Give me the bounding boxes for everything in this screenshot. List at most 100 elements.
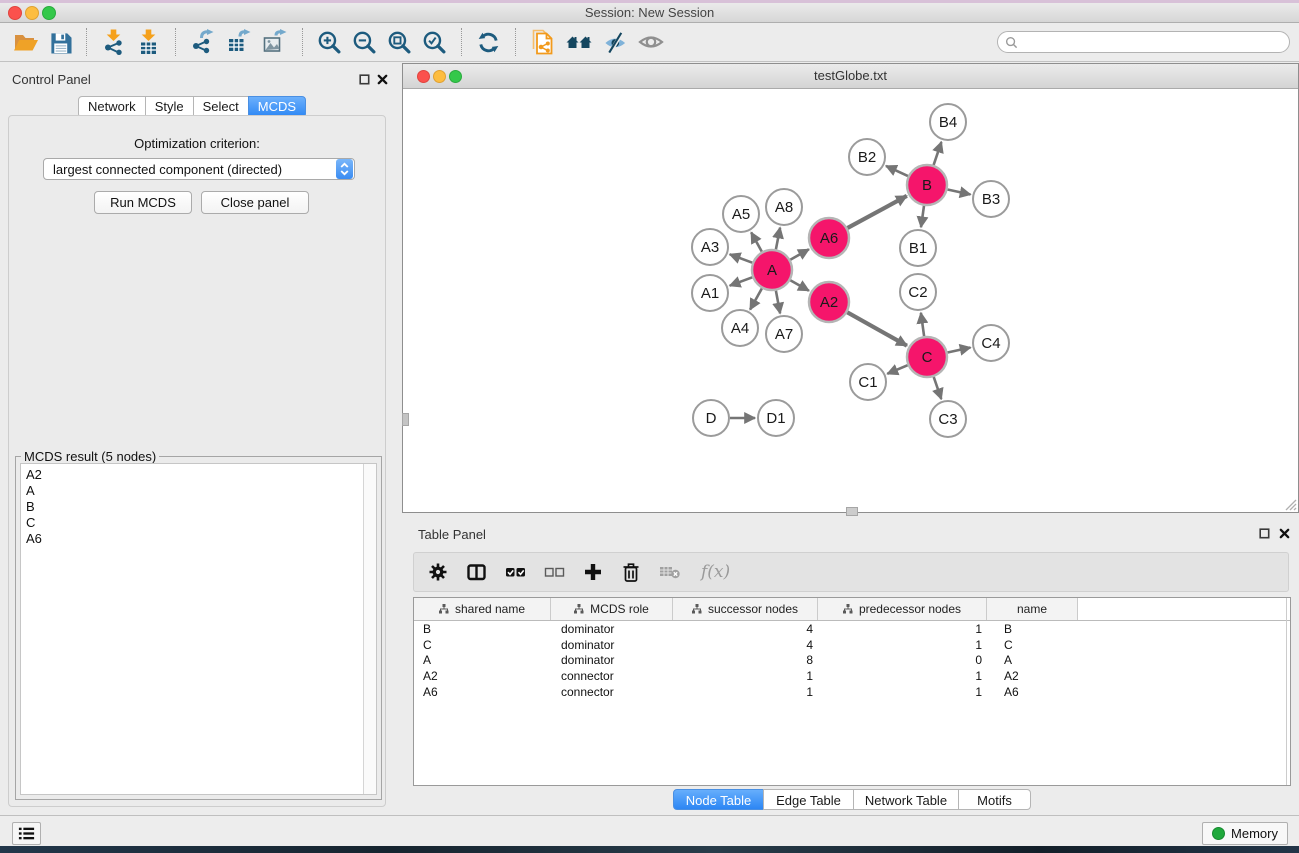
delete-row-button[interactable] bbox=[621, 562, 641, 583]
edge-C-C2[interactable] bbox=[921, 313, 924, 336]
table-scrollbar[interactable] bbox=[1286, 598, 1287, 785]
cell-predecessor-nodes[interactable]: 0 bbox=[818, 653, 987, 667]
table-row-A[interactable]: Adominator80A bbox=[414, 652, 1290, 668]
tab-edge-table[interactable]: Edge Table bbox=[763, 789, 854, 810]
select-all-button[interactable] bbox=[505, 562, 526, 582]
column-header-name[interactable]: name bbox=[987, 598, 1078, 620]
graph-node-A[interactable]: A bbox=[752, 250, 792, 290]
function-builder-button[interactable]: f(x) bbox=[699, 562, 730, 582]
tab-network-table[interactable]: Network Table bbox=[853, 789, 959, 810]
memory-button[interactable]: Memory bbox=[1202, 822, 1288, 845]
show-columns-button[interactable] bbox=[466, 562, 487, 582]
column-header-successor-nodes[interactable]: successor nodes bbox=[673, 598, 818, 620]
network-canvas[interactable]: B4B2BB3A5A8A6A3AB1A1C2A2A4A7C4CC1C3DD1 bbox=[403, 89, 1298, 512]
cell-predecessor-nodes[interactable]: 1 bbox=[818, 669, 987, 683]
export-network-button[interactable] bbox=[190, 27, 216, 57]
node-table[interactable]: shared nameMCDS rolesuccessor nodesprede… bbox=[413, 597, 1291, 786]
graph-node-D1[interactable]: D1 bbox=[758, 400, 794, 436]
column-header-shared-name[interactable]: shared name bbox=[414, 598, 551, 620]
edge-A-A3[interactable] bbox=[730, 254, 753, 262]
cell-shared-name[interactable]: A bbox=[414, 653, 551, 667]
zoom-selected-button[interactable] bbox=[422, 27, 447, 57]
zoom-out-button[interactable] bbox=[352, 27, 377, 57]
result-scrollbar[interactable] bbox=[363, 464, 376, 794]
show-all-button[interactable] bbox=[638, 27, 664, 57]
graph-node-B3[interactable]: B3 bbox=[973, 181, 1009, 217]
cell-mcds-role[interactable]: dominator bbox=[551, 638, 673, 652]
cell-shared-name[interactable]: A2 bbox=[414, 669, 551, 683]
delete-table-button[interactable] bbox=[659, 564, 681, 580]
result-item[interactable]: B bbox=[21, 499, 376, 515]
cell-successor-nodes[interactable]: 4 bbox=[673, 638, 818, 652]
graph-node-C2[interactable]: C2 bbox=[900, 274, 936, 310]
graph-node-B2[interactable]: B2 bbox=[849, 139, 885, 175]
open-session-button[interactable] bbox=[13, 27, 39, 57]
graph-node-C[interactable]: C bbox=[907, 337, 947, 377]
edge-C-C4[interactable] bbox=[948, 348, 971, 353]
edge-C-C1[interactable] bbox=[887, 365, 907, 374]
search-input[interactable] bbox=[1022, 34, 1289, 50]
horizontal-scrollbar-thumb[interactable] bbox=[846, 507, 858, 516]
refresh-button[interactable] bbox=[476, 27, 501, 57]
result-item[interactable]: C bbox=[21, 515, 376, 531]
cell-successor-nodes[interactable]: 4 bbox=[673, 622, 818, 636]
cell-predecessor-nodes[interactable]: 1 bbox=[818, 685, 987, 699]
import-network-button[interactable] bbox=[101, 27, 126, 57]
table-row-B[interactable]: Bdominator41B bbox=[414, 621, 1290, 637]
table-row-C[interactable]: Cdominator41C bbox=[414, 637, 1290, 653]
edge-A-A8[interactable] bbox=[776, 228, 780, 250]
edge-A-A5[interactable] bbox=[751, 232, 762, 251]
vertical-scrollbar-thumb[interactable] bbox=[402, 413, 409, 426]
edge-B-B2[interactable] bbox=[886, 166, 908, 176]
cell-name[interactable]: A bbox=[987, 653, 1078, 667]
mcds-result-list[interactable]: A2ABCA6 bbox=[20, 463, 377, 795]
edge-A-A2[interactable] bbox=[790, 280, 809, 290]
cell-shared-name[interactable]: A6 bbox=[414, 685, 551, 699]
graph-node-A2[interactable]: A2 bbox=[809, 282, 849, 322]
close-panel-icon[interactable] bbox=[377, 74, 388, 85]
graph-node-A4[interactable]: A4 bbox=[722, 310, 758, 346]
cell-name[interactable]: A2 bbox=[987, 669, 1078, 683]
graph-node-C1[interactable]: C1 bbox=[850, 364, 886, 400]
cell-successor-nodes[interactable]: 1 bbox=[673, 669, 818, 683]
cell-name[interactable]: A6 bbox=[987, 685, 1078, 699]
edge-A-A1[interactable] bbox=[730, 277, 753, 285]
graph-node-B[interactable]: B bbox=[907, 165, 947, 205]
network-from-selection-button[interactable] bbox=[530, 27, 556, 57]
edge-B-B4[interactable] bbox=[934, 142, 942, 165]
edge-B-B3[interactable] bbox=[948, 190, 971, 195]
network-graph[interactable]: B4B2BB3A5A8A6A3AB1A1C2A2A4A7C4CC1C3DD1 bbox=[403, 89, 1296, 512]
graph-node-A7[interactable]: A7 bbox=[766, 316, 802, 352]
tab-motifs[interactable]: Motifs bbox=[958, 789, 1031, 810]
table-settings-button[interactable] bbox=[428, 562, 448, 582]
float-panel-icon[interactable] bbox=[1259, 528, 1270, 539]
edge-B-B1[interactable] bbox=[921, 206, 924, 227]
deselect-all-button[interactable] bbox=[544, 562, 565, 582]
column-header-predecessor-nodes[interactable]: predecessor nodes bbox=[818, 598, 987, 620]
zoom-in-button[interactable] bbox=[317, 27, 342, 57]
cell-predecessor-nodes[interactable]: 1 bbox=[818, 622, 987, 636]
save-session-button[interactable] bbox=[49, 27, 72, 57]
table-row-A2[interactable]: A2connector11A2 bbox=[414, 668, 1290, 684]
cell-name[interactable]: C bbox=[987, 638, 1078, 652]
graph-node-C3[interactable]: C3 bbox=[930, 401, 966, 437]
run-mcds-button[interactable]: Run MCDS bbox=[94, 191, 192, 214]
cell-mcds-role[interactable]: connector bbox=[551, 685, 673, 699]
column-header-mcds-role[interactable]: MCDS role bbox=[551, 598, 673, 620]
cell-shared-name[interactable]: B bbox=[414, 622, 551, 636]
network-window-titlebar[interactable]: testGlobe.txt bbox=[403, 64, 1298, 89]
resize-grip-icon[interactable] bbox=[1283, 497, 1297, 511]
cell-predecessor-nodes[interactable]: 1 bbox=[818, 638, 987, 652]
minimize-window-button[interactable] bbox=[25, 6, 39, 20]
cell-mcds-role[interactable]: dominator bbox=[551, 622, 673, 636]
add-row-button[interactable] bbox=[583, 562, 603, 582]
graph-node-D[interactable]: D bbox=[693, 400, 729, 436]
search-field[interactable] bbox=[997, 31, 1290, 53]
close-panel-button[interactable]: Close panel bbox=[201, 191, 309, 214]
graph-node-C4[interactable]: C4 bbox=[973, 325, 1009, 361]
graph-node-A3[interactable]: A3 bbox=[692, 229, 728, 265]
edge-A-A4[interactable] bbox=[750, 288, 762, 309]
cell-successor-nodes[interactable]: 8 bbox=[673, 653, 818, 667]
close-view-button[interactable] bbox=[417, 70, 430, 83]
table-row-A6[interactable]: A6connector11A6 bbox=[414, 684, 1290, 700]
